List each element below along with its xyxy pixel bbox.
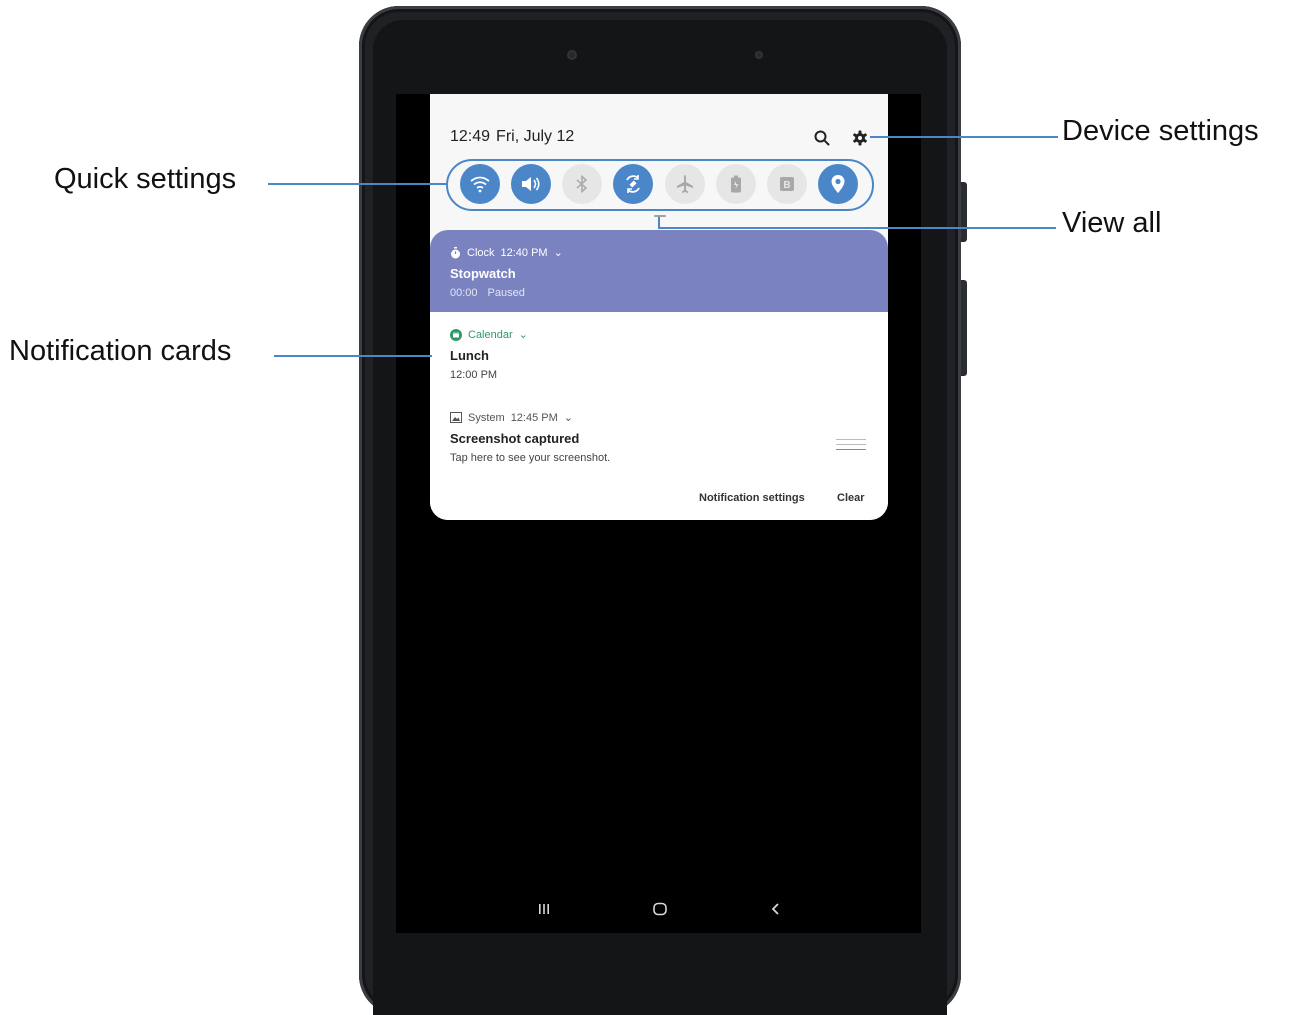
home-icon[interactable] [652,902,668,921]
calendar-app-line: Calendar ⌄ [450,328,528,341]
gear-icon[interactable] [850,128,870,148]
system-app-name: System [468,411,505,424]
view-all-callout: View all [1062,207,1162,239]
device-settings-callout: Device settings [1062,115,1259,147]
system-time: 12:45 PM [510,411,558,424]
clock-app-line: Clock 12:40 PM ⌄ [450,246,563,259]
status-date: Fri, July 12 [496,128,575,145]
stopwatch-title: Stopwatch [450,266,516,281]
device-settings-leader-line [870,136,1058,138]
quick-settings-callout: Quick settings [54,163,237,195]
volume-button [961,182,967,242]
power-button [961,280,967,376]
screenshot-title: Screenshot captured [450,431,580,446]
status-time-date: 12:49 Fri, July 12 [450,128,574,146]
search-icon[interactable] [812,128,832,148]
quick-settings-leader-line [268,183,446,185]
notification-footer: Notification settings Clear [430,477,888,520]
clock-time: 12:40 PM [500,246,548,259]
chevron-down-icon[interactable]: ⌄ [519,328,528,341]
calendar-icon [450,328,462,341]
notification-cards-callout: Notification cards [9,335,232,367]
recents-icon[interactable] [537,902,551,921]
notification-settings-button[interactable]: Notification settings [699,492,805,504]
stopwatch-value: 00:00 [450,287,478,299]
chevron-down-icon[interactable]: ⌄ [554,246,563,259]
stopwatch-icon [451,246,460,258]
notification-card-system[interactable]: System 12:45 PM ⌄ Screenshot captured Ta… [430,395,888,478]
view-all-leader-line [658,227,1056,229]
front-camera [567,50,577,60]
system-app-line: System 12:45 PM ⌄ [450,411,573,424]
image-icon [450,412,462,423]
clear-button[interactable]: Clear [837,492,865,504]
screenshot-text: Tap here to see your screenshot. [450,452,611,464]
notification-card-clock[interactable]: Clock 12:40 PM ⌄ Stopwatch 00:00 Paused [430,230,888,312]
navigation-bar [396,892,921,932]
back-icon[interactable] [770,902,782,921]
clock-app-name: Clock [467,246,495,259]
light-sensor [755,51,763,59]
calendar-app-name: Calendar [468,328,513,341]
calendar-event-title: Lunch [450,348,489,363]
view-all-handle[interactable] [654,215,666,217]
panel-top-icons [812,128,870,148]
stopwatch-subline: 00:00 Paused [450,287,525,299]
calendar-event-time: 12:00 PM [450,369,498,381]
quick-settings-highlight [446,159,874,211]
notification-panel: 12:49 Fri, July 12 B Clock 12:40 PM ⌄ St… [430,94,888,520]
status-time: 12:49 [450,128,491,145]
notification-card-calendar[interactable]: Calendar ⌄ Lunch 12:00 PM [430,312,888,396]
stopwatch-status: Paused [487,287,525,299]
chevron-down-icon[interactable]: ⌄ [564,411,573,424]
notification-cards-leader-line [274,355,432,357]
screenshot-thumbnail[interactable] [836,435,866,457]
